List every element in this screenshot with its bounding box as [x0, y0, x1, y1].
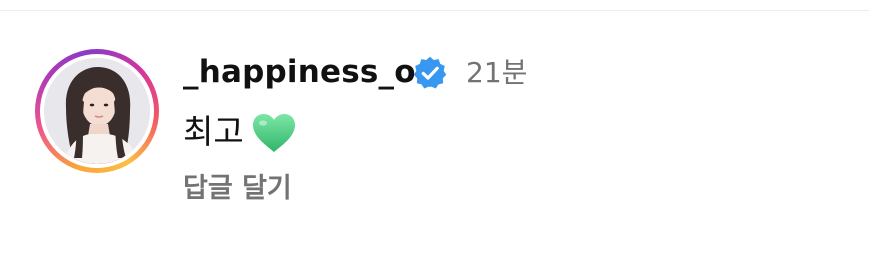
comment-text: 최고 — [183, 112, 244, 151]
avatar[interactable] — [44, 58, 150, 164]
reply-button[interactable]: 답글 달기 — [183, 170, 292, 208]
green-heart-icon — [253, 114, 295, 152]
username[interactable]: _happiness_o — [183, 52, 416, 92]
story-ring[interactable] — [35, 49, 159, 173]
verified-badge-icon — [413, 56, 447, 89]
avatar-image — [44, 58, 150, 164]
comment-timestamp: 21분 — [466, 56, 528, 89]
comment-row: _happiness_o 21분 최고 답글 달기 — [0, 0, 869, 254]
